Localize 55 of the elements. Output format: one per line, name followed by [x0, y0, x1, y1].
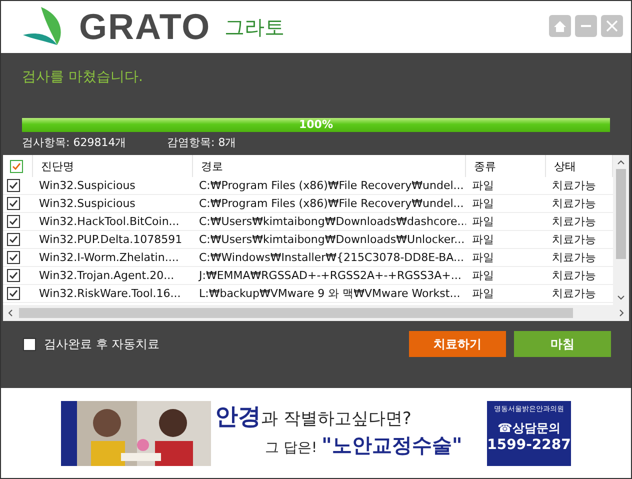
- row-checkbox[interactable]: [7, 197, 20, 210]
- ad-answer: 그 답은! "노안교정수술": [264, 432, 464, 458]
- table-cell: 치료가능: [552, 196, 596, 211]
- table-cell: 치료가능: [552, 286, 596, 301]
- phone-label: ☎상담문의: [498, 420, 560, 436]
- progress-reading: 100%: [298, 118, 334, 132]
- table-cell: Win32.Suspicious: [39, 197, 136, 210]
- column-header[interactable]: 상태: [554, 158, 576, 174]
- home-icon: [553, 20, 567, 32]
- logo-text: GRATO: [79, 6, 211, 48]
- table-cell: C:₩Windows₩Installer₩{215C3078-DD8E-BA...: [199, 251, 464, 264]
- table-cell: Win32.I-Worm.Zhelatin....: [39, 251, 179, 264]
- auto-treat-label: 검사완료 후 자동치료: [44, 336, 160, 352]
- table-cell: 치료가능: [552, 232, 596, 247]
- table-cell: C:₩Program Files (x86)₩File Recovery₩undel...: [199, 197, 464, 210]
- ad-headline: 안경과 작별하고싶다면?: [215, 402, 412, 432]
- status-message: 검사를 마쳤습니다.: [22, 69, 143, 85]
- table-cell: Win32.PUP.Delta.1078591: [39, 233, 182, 246]
- stat-text: 감염항목: 8개: [167, 135, 238, 151]
- table-cell: Win32.HackTool.BitCoin...: [39, 215, 180, 228]
- row-checkbox[interactable]: [7, 287, 20, 300]
- table-cell: 치료가능: [552, 268, 596, 283]
- table-cell: J:₩EMMA₩RGSSAD+-+RGSS2A+-+RGSS3A+...: [199, 269, 462, 282]
- row-checkbox[interactable]: [7, 179, 20, 192]
- auto-treat-checkbox[interactable]: [23, 338, 36, 350]
- table-cell: 파일: [472, 268, 494, 283]
- table-cell: 파일: [472, 178, 494, 193]
- table-cell: 파일: [472, 250, 494, 265]
- table-cell: 파일: [472, 196, 494, 211]
- vertical-scrollbar[interactable]: [613, 155, 629, 305]
- table-cell: 치료가능: [552, 214, 596, 229]
- row-checkbox[interactable]: [7, 233, 20, 246]
- row-checkbox[interactable]: [7, 215, 20, 228]
- table-cell: C:₩Program Files (x86)₩File Recovery₩undel...: [199, 179, 464, 192]
- stat-text: 검사항목: 629814개: [22, 135, 127, 151]
- table-cell: Win32.Suspicious: [39, 179, 136, 192]
- horizontal-scrollbar[interactable]: [3, 305, 629, 321]
- table-cell: 치료가능: [552, 178, 596, 193]
- row-checkbox[interactable]: [7, 251, 20, 264]
- table-cell: Win32.Trojan.Agent.20...: [39, 269, 174, 282]
- table-cell: 파일: [472, 214, 494, 229]
- column-header[interactable]: 진단명: [41, 158, 74, 174]
- table-cell: C:₩Users₩kimtaibong₩Downloads₩Unlocker...: [199, 233, 465, 246]
- select-all-checkbox[interactable]: [10, 160, 23, 172]
- table-cell: L:₩backup₩VMware 9 와 맥₩VMware Workst...: [199, 286, 460, 301]
- close-icon: [606, 20, 618, 32]
- column-header[interactable]: 경로: [201, 158, 223, 174]
- logo-subtitle: 그라토: [224, 14, 285, 40]
- table-cell: 파일: [472, 232, 494, 247]
- row-checkbox[interactable]: [7, 269, 20, 282]
- phone-number: 1599-2287: [487, 436, 571, 452]
- table-cell: Win32.RiskWare.Tool.16...: [39, 287, 181, 300]
- table-cell: 치료가능: [552, 250, 596, 265]
- column-header[interactable]: 종류: [474, 158, 496, 174]
- table-cell: 파일: [472, 286, 494, 301]
